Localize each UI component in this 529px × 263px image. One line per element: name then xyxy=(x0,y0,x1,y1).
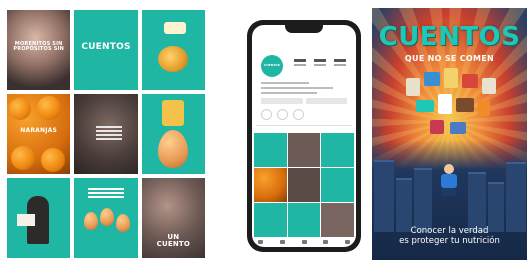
phone-post-grid xyxy=(254,133,354,237)
phone-post[interactable] xyxy=(254,168,287,202)
phone-notch xyxy=(285,25,323,33)
egg-shape xyxy=(100,208,115,226)
product-package xyxy=(430,120,444,134)
profile-icon[interactable] xyxy=(345,240,350,244)
egg-shape xyxy=(84,212,99,230)
tile-caption: CUENTOS xyxy=(81,42,131,52)
poster-child-figure xyxy=(438,164,460,196)
story-highlight[interactable] xyxy=(277,109,288,120)
phone-mockup: CUENTOS xyxy=(247,20,361,252)
grid-tile-egg xyxy=(141,94,205,174)
add-icon[interactable] xyxy=(301,240,307,244)
poster-footer-line-2: es proteger tu nutrición xyxy=(399,236,500,246)
grid-tile-child: UN CUENTO xyxy=(141,178,205,258)
product-package xyxy=(416,100,434,112)
product-package xyxy=(456,98,474,112)
egg-shape xyxy=(157,130,188,168)
orange-shape xyxy=(9,98,31,120)
phone-post[interactable] xyxy=(287,203,321,237)
avatar: CUENTOS xyxy=(261,55,283,77)
phone-post[interactable] xyxy=(287,133,321,167)
product-package xyxy=(482,78,496,94)
product-package xyxy=(450,122,466,134)
story-highlight[interactable] xyxy=(293,109,304,120)
poster-footer-line-1: Conocer la verdad xyxy=(410,226,489,236)
follow-button[interactable] xyxy=(261,98,303,104)
home-icon[interactable] xyxy=(258,240,263,244)
jar-shape xyxy=(161,100,184,126)
post-grid-mosaic: MORENITOS SIN PROPÓSITOS SIN CUENTOS NAR… xyxy=(7,10,205,258)
profile-stat xyxy=(294,59,306,67)
profile-tabs xyxy=(256,125,352,132)
food-item-shape xyxy=(157,46,188,72)
tile-caption: UN CUENTO xyxy=(156,233,191,249)
phone-screen: CUENTOS xyxy=(252,25,356,247)
orange-shape xyxy=(37,96,61,120)
phone-post[interactable] xyxy=(321,133,354,167)
phone-tab-bar xyxy=(258,239,350,245)
product-package xyxy=(462,74,478,88)
food-item-shape xyxy=(163,22,186,34)
campaign-poster: CUENTOS QUE NO SE COMEN Conocer la verda… xyxy=(372,8,527,260)
orange-shape xyxy=(11,146,35,170)
profile-stat xyxy=(334,59,346,67)
avatar-label: CUENTOS xyxy=(264,63,280,67)
profile-bio xyxy=(261,82,341,97)
phone-post[interactable] xyxy=(287,168,321,202)
orange-shape xyxy=(41,148,65,172)
poster-title: CUENTOS xyxy=(378,22,521,52)
poster-subtitle: QUE NO SE COMEN xyxy=(404,54,495,63)
tile-caption: MORENITOS SIN PROPÓSITOS SIN xyxy=(13,41,64,53)
egg-shape xyxy=(116,214,131,232)
story-highlight[interactable] xyxy=(261,109,272,120)
profile-actions xyxy=(261,98,347,104)
phone-post[interactable] xyxy=(321,203,354,237)
grid-tile-person xyxy=(74,94,138,174)
product-package xyxy=(424,72,440,86)
phone-post[interactable] xyxy=(254,133,287,167)
profile-stat xyxy=(314,59,326,67)
grid-tile-oranges: NARANJAS xyxy=(7,94,71,174)
product-package xyxy=(438,94,452,114)
phone-post[interactable] xyxy=(254,203,287,237)
grid-tile-logo: CUENTOS xyxy=(74,10,138,90)
message-button[interactable] xyxy=(305,98,347,104)
grid-tile-food xyxy=(141,10,205,90)
white-text-block xyxy=(88,188,125,200)
white-text-block xyxy=(96,126,123,140)
story-highlights xyxy=(261,109,304,120)
heart-icon[interactable] xyxy=(323,240,329,244)
phone-post[interactable] xyxy=(321,168,354,202)
search-icon[interactable] xyxy=(279,240,285,244)
grid-tile-eggs xyxy=(74,178,138,258)
product-package xyxy=(444,68,458,88)
sign-shape xyxy=(17,214,35,226)
product-package xyxy=(406,78,420,96)
product-package xyxy=(478,100,490,116)
tile-caption: NARANJAS xyxy=(20,127,58,134)
grid-tile-girl xyxy=(7,178,71,258)
grid-tile-portrait: MORENITOS SIN PROPÓSITOS SIN xyxy=(7,10,71,90)
